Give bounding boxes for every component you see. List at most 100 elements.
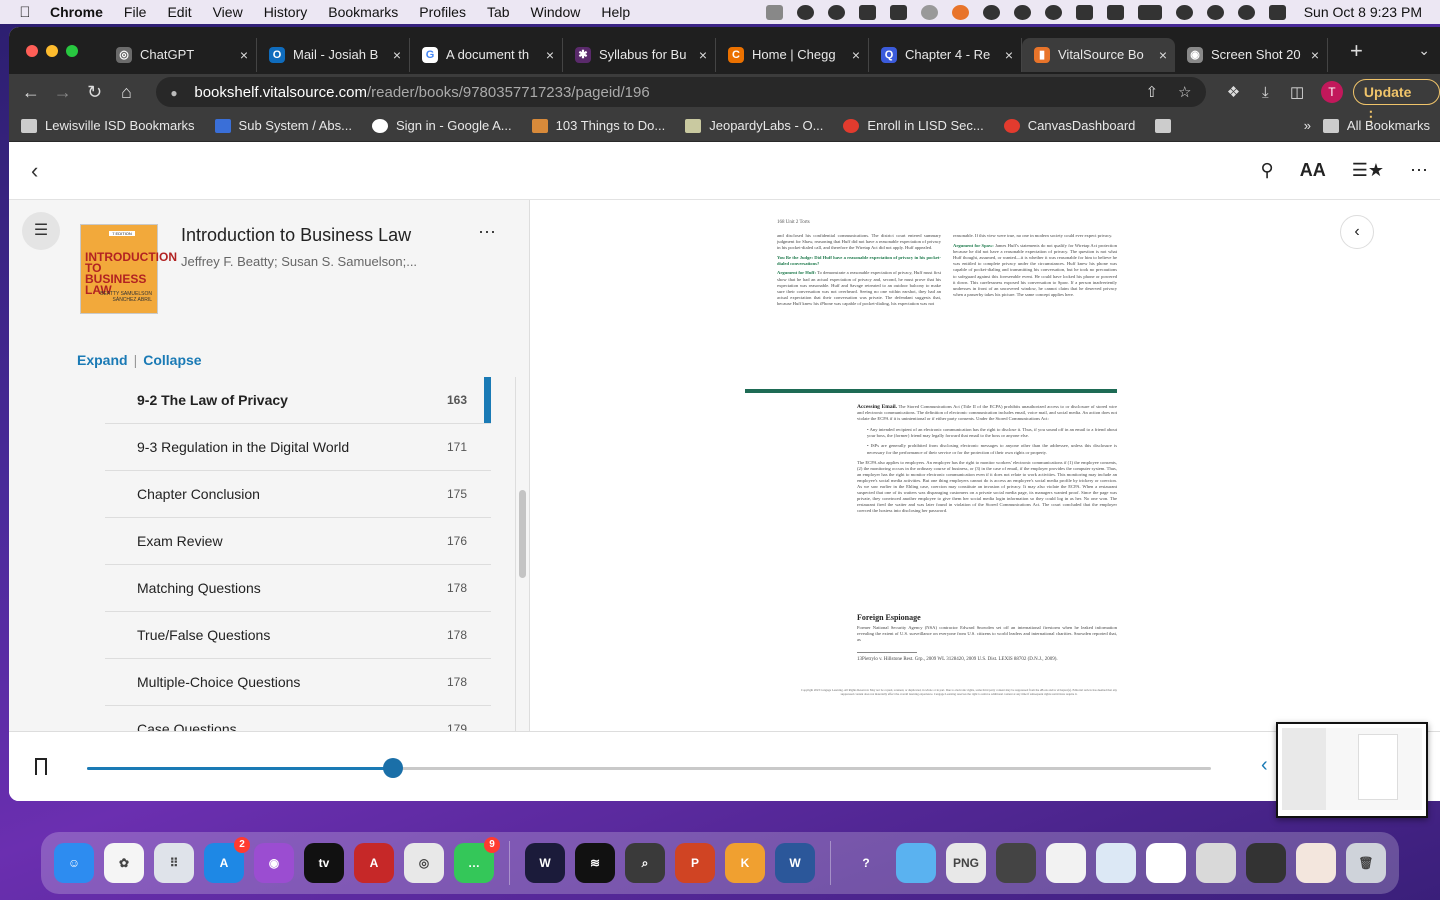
bluetooth-icon[interactable] [1106, 4, 1124, 20]
toc-item[interactable]: True/False Questions 178 [105, 612, 491, 659]
status-app-icon[interactable] [765, 4, 783, 20]
wifi-icon[interactable] [1175, 4, 1193, 20]
update-button[interactable]: Update ⋮ [1352, 79, 1440, 124]
new-tab-icon[interactable]: + [1350, 38, 1363, 64]
toc-menu-icon[interactable]: ☰ [22, 212, 60, 250]
orange-status-icon[interactable] [951, 4, 969, 20]
browser-tab[interactable]: O Mail - Josiah B × [257, 37, 410, 72]
menu-tab[interactable]: Tab [487, 4, 510, 20]
bookmark-enroll-lisd[interactable]: Enroll in LISD Sec... [843, 118, 984, 133]
browser-tab[interactable]: G A document th × [410, 37, 563, 72]
back-chevron-icon[interactable]: ‹ [31, 158, 38, 184]
site-info-icon[interactable]: ● [170, 86, 182, 100]
browser-tab[interactable]: Q Chapter 4 - Re × [869, 37, 1022, 72]
airplay-icon[interactable] [1044, 4, 1062, 20]
tab-search-chevron-icon[interactable]: ⌄ [1418, 42, 1430, 59]
toc-scrollbar[interactable] [519, 490, 526, 578]
spotlight-icon[interactable] [1206, 4, 1224, 20]
doc-thumb-icon-3[interactable] [1146, 843, 1186, 883]
close-tab-icon[interactable]: × [1311, 47, 1319, 63]
png-file-icon[interactable]: PNG [946, 843, 986, 883]
toc-item[interactable]: Case Questions 179 [105, 706, 491, 731]
screenshot-preview-thumbnail[interactable] [1276, 722, 1428, 818]
bookmark-sub-system[interactable]: Sub System / Abs... [214, 118, 352, 133]
notebook-star-icon[interactable]: ☰★ [1352, 160, 1384, 181]
more-options-icon[interactable]: ⋯ [1410, 160, 1428, 181]
messages-icon[interactable]: … 9 [454, 837, 500, 883]
apple-tv-icon[interactable]: tv [304, 843, 344, 883]
menu-window[interactable]: Window [531, 4, 581, 20]
creative-cloud-icon[interactable] [796, 4, 814, 20]
doc-thumb-icon-4[interactable] [1196, 843, 1236, 883]
profile-avatar[interactable]: T [1321, 81, 1343, 103]
webex-icon[interactable]: W [525, 843, 565, 883]
browser-tab[interactable]: C Home | Chegg × [716, 37, 869, 72]
menu-edit[interactable]: Edit [167, 4, 191, 20]
page-slider-thumb[interactable] [382, 758, 403, 778]
back-arrow-icon[interactable]: ← [15, 82, 47, 103]
bookmark-sign-in-google[interactable]: Sign in - Google A... [372, 118, 512, 133]
address-bar[interactable]: ● bookshelf.vitalsource.com/reader/books… [156, 77, 1206, 107]
globe-status-icon[interactable] [982, 4, 1000, 20]
toc-item[interactable]: 9-3 Regulation in the Digital World 171 [105, 424, 491, 471]
download-icon[interactable]: ⤓ [1249, 84, 1281, 101]
menu-bookmarks[interactable]: Bookmarks [328, 4, 398, 20]
volume-icon[interactable] [1075, 4, 1093, 20]
close-tab-icon[interactable]: × [546, 47, 554, 63]
close-tab-icon[interactable]: × [1005, 47, 1013, 63]
route-icon[interactable] [889, 4, 907, 20]
screenshot-thumb-icon[interactable] [996, 843, 1036, 883]
gear-status-icon[interactable] [827, 4, 845, 20]
status-app-icon-3[interactable] [920, 4, 938, 20]
doc-thumb-icon-5[interactable] [1246, 843, 1286, 883]
reload-icon[interactable]: ↻ [79, 82, 111, 103]
powerpoint-icon[interactable]: P [675, 843, 715, 883]
collapse-panel-chevron-icon[interactable]: ‹ [1340, 215, 1374, 249]
close-tab-icon[interactable]: × [852, 47, 860, 63]
bookmark-jeopardylabs[interactable]: JeopardyLabs - O... [685, 118, 823, 133]
finder-icon[interactable]: ☺ [54, 843, 94, 883]
close-tab-icon[interactable]: × [240, 47, 248, 63]
toc-item[interactable]: Chapter Conclusion 175 [105, 471, 491, 518]
doc-thumb-icon-1[interactable] [1046, 843, 1086, 883]
toc-item[interactable]: Matching Questions 178 [105, 565, 491, 612]
more-bookmarks-chevron-icon[interactable]: » [1304, 118, 1311, 133]
app-store-icon[interactable]: A2 [204, 837, 250, 883]
all-bookmarks[interactable]: All Bookmarks [1322, 118, 1430, 133]
word-icon[interactable]: W [775, 843, 815, 883]
minimize-window-icon[interactable] [46, 44, 58, 57]
siri-icon[interactable] [1237, 4, 1255, 20]
search-icon[interactable]: ⚲ [1261, 160, 1274, 181]
browser-tab[interactable]: ▮ VitalSource Bo × [1022, 37, 1175, 72]
share-icon[interactable]: ⇧ [1145, 83, 1158, 101]
podcasts-icon[interactable]: ◉ [254, 843, 294, 883]
book-more-options-icon[interactable]: ⋯ [478, 222, 496, 243]
bookmark-lewisville[interactable]: Lewisville ISD Bookmarks [21, 118, 195, 133]
toc-item[interactable]: Multiple-Choice Questions 178 [105, 659, 491, 706]
previous-page-chevron-icon[interactable]: ‹ [1261, 754, 1268, 777]
bookmark-103-things[interactable]: 103 Things to Do... [531, 118, 665, 133]
menu-history[interactable]: History [264, 4, 308, 20]
battery-icon[interactable] [1137, 4, 1162, 20]
apple-menu-icon[interactable]:  [0, 4, 50, 21]
bookmark-folder[interactable] [1155, 118, 1179, 133]
bookmark-icon[interactable] [35, 758, 47, 775]
close-window-icon[interactable] [26, 44, 38, 57]
menu-clock[interactable]: Sun Oct 8 9:23 PM [1304, 4, 1422, 20]
browser-tab[interactable]: ✱ Syllabus for Bu × [563, 37, 716, 72]
launchpad-photos-icon[interactable]: ✿ [104, 843, 144, 883]
browser-tab[interactable]: ◉ Screen Shot 20 × [1175, 37, 1328, 72]
page-slider[interactable] [87, 758, 1211, 778]
close-tab-icon[interactable]: × [1159, 47, 1167, 63]
menu-help[interactable]: Help [601, 4, 630, 20]
control-center-icon[interactable] [1268, 4, 1286, 20]
doc-thumb-icon-6[interactable] [1296, 843, 1336, 883]
side-panel-icon[interactable]: ◫ [1281, 83, 1313, 101]
status-app-icon-4[interactable] [1013, 4, 1031, 20]
collapse-button[interactable]: Collapse [143, 352, 201, 368]
status-app-icon-2[interactable] [858, 4, 876, 20]
menu-app-name[interactable]: Chrome [50, 4, 103, 20]
doc-thumb-icon-2[interactable] [1096, 843, 1136, 883]
forward-arrow-icon[interactable]: → [47, 82, 79, 103]
keynote-icon[interactable]: K [725, 843, 765, 883]
